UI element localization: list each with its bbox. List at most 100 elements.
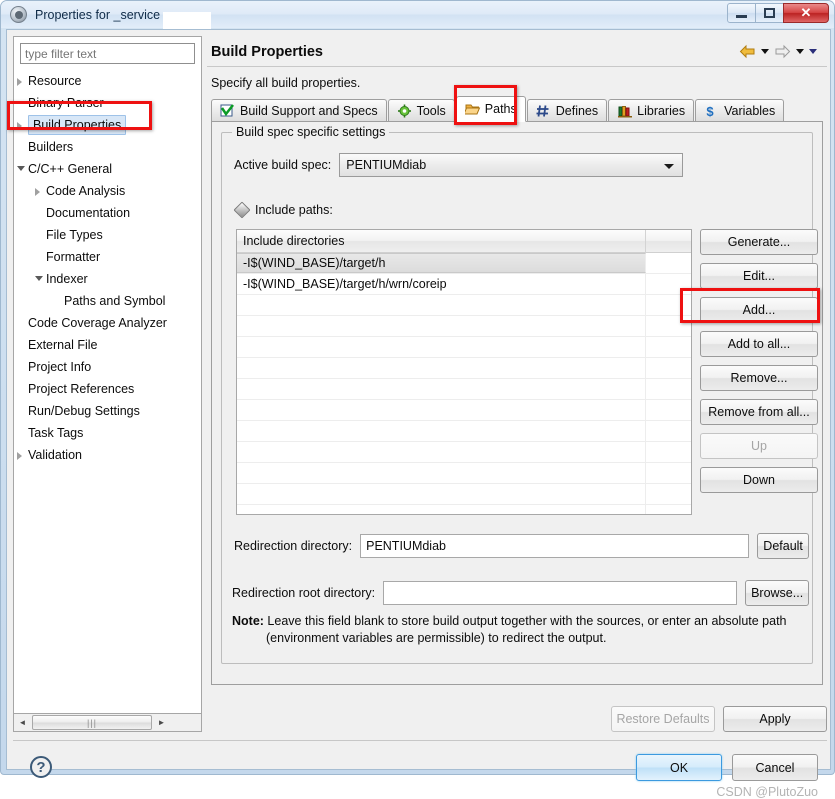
- gear-green-icon: [397, 104, 412, 118]
- sidebar-item-run-debug-settings[interactable]: Run/Debug Settings: [14, 400, 201, 422]
- down-button[interactable]: Down: [700, 467, 818, 493]
- forward-history-chevron-down-icon[interactable]: [796, 49, 804, 54]
- sidebar-item-label: Run/Debug Settings: [28, 404, 140, 418]
- maximize-button[interactable]: [755, 3, 784, 23]
- sidebar-item-indexer[interactable]: Indexer: [14, 268, 201, 290]
- tab-label: Variables: [724, 104, 776, 118]
- dollar-icon: $: [704, 104, 719, 119]
- default-button[interactable]: Default: [757, 533, 810, 559]
- redirection-root-row: Redirection root directory: Browse...: [232, 580, 810, 606]
- expand-twisty-icon[interactable]: [17, 452, 22, 460]
- sidebar-item-label: Project Info: [28, 360, 92, 374]
- sidebar-item-project-references[interactable]: Project References: [14, 378, 201, 400]
- remove-from-all-button[interactable]: Remove from all...: [700, 399, 818, 425]
- expand-twisty-icon[interactable]: [17, 122, 22, 130]
- chevron-down-icon: [664, 164, 675, 169]
- back-arrow-icon[interactable]: [739, 44, 756, 59]
- sidebar-item-builders[interactable]: Builders: [14, 136, 201, 158]
- expand-twisty-icon[interactable]: [35, 188, 40, 196]
- include-directory-path: -I$(WIND_BASE)/target/h/wrn/coreip: [237, 274, 646, 294]
- sidebar-item-label: Task Tags: [28, 426, 84, 440]
- tab-defines[interactable]: Defines: [526, 99, 608, 122]
- remove-button[interactable]: Remove...: [700, 365, 818, 391]
- sidebar-item-validation[interactable]: Validation: [14, 444, 201, 466]
- footer-divider: [13, 740, 827, 741]
- restore-defaults-button[interactable]: Restore Defaults: [611, 706, 715, 732]
- minimize-button[interactable]: [727, 3, 756, 23]
- view-menu-chevron-down-icon[interactable]: [809, 49, 817, 54]
- scrollbar-grip-icon: |||: [86, 717, 97, 728]
- back-history-chevron-down-icon[interactable]: [761, 49, 769, 54]
- ok-button[interactable]: OK: [636, 754, 722, 781]
- tab-variables[interactable]: $ Variables: [695, 99, 785, 122]
- table-header-row: Include directories: [237, 230, 691, 253]
- tab-label: Paths: [484, 102, 517, 116]
- sidebar-item-formatter[interactable]: Formatter: [14, 246, 201, 268]
- sidebar-item-binary-parser[interactable]: Binary Parser: [14, 92, 201, 114]
- up-button: Up: [700, 433, 818, 459]
- sidebar-item-label: Code Coverage Analyzer: [28, 316, 167, 330]
- table-row-empty: [237, 316, 691, 337]
- include-directories-table[interactable]: Include directories -I$(WIND_BASE)/targe…: [236, 229, 692, 515]
- open-folder-icon: [463, 102, 481, 116]
- sidebar-item-external-file[interactable]: External File: [14, 334, 201, 356]
- svg-text:$: $: [706, 104, 714, 118]
- filter-input[interactable]: [20, 43, 195, 64]
- scroll-left-arrow-icon[interactable]: ◄: [14, 715, 31, 731]
- table-row-empty: [237, 337, 691, 358]
- group-legend: Build spec specific settings: [232, 125, 390, 139]
- title-bar[interactable]: Properties for _service ✕: [1, 1, 834, 31]
- expand-twisty-icon[interactable]: [17, 78, 22, 86]
- redirection-directory-row: Redirection directory: Default: [234, 533, 810, 559]
- tab-build-support-and-specs[interactable]: Build Support and Specs: [211, 99, 387, 122]
- app-icon: [10, 6, 27, 23]
- tab-libraries[interactable]: Libraries: [608, 99, 695, 122]
- sidebar-item-resource[interactable]: Resource: [14, 70, 201, 92]
- sidebar-item-label: Project References: [28, 382, 135, 396]
- sidebar-item-file-types[interactable]: File Types: [14, 224, 201, 246]
- properties-dialog: Properties for _service ✕ Resource Binary…: [0, 0, 835, 799]
- column-header-blank[interactable]: [646, 230, 691, 253]
- add-to-all-button[interactable]: Add to all...: [700, 331, 818, 357]
- sidebar-item-documentation[interactable]: Documentation: [14, 202, 201, 224]
- sidebar-item-label: Indexer: [46, 272, 88, 286]
- close-button[interactable]: ✕: [783, 3, 829, 23]
- sidebar-item-paths-and-symbol[interactable]: Paths and Symbol: [14, 290, 201, 312]
- scrollbar-thumb[interactable]: |||: [32, 715, 152, 730]
- sidebar-item-label: Build Properties: [28, 115, 127, 135]
- browse-button[interactable]: Browse...: [745, 580, 810, 606]
- collapse-twisty-icon[interactable]: [17, 166, 25, 171]
- checked-document-icon: [220, 104, 235, 118]
- table-row[interactable]: -I$(WIND_BASE)/target/h/wrn/coreip: [237, 274, 691, 295]
- add-button[interactable]: Add...: [700, 297, 818, 323]
- generate-button[interactable]: Generate...: [700, 229, 818, 255]
- redirection-directory-input[interactable]: [360, 534, 750, 558]
- scroll-right-arrow-icon[interactable]: ►: [153, 715, 170, 731]
- sidebar-item-task-tags[interactable]: Task Tags: [14, 422, 201, 444]
- sidebar-item-c-c-general[interactable]: C/C++ General: [14, 158, 201, 180]
- sidebar-item-label: C/C++ General: [28, 162, 113, 176]
- table-row[interactable]: -I$(WIND_BASE)/target/h: [237, 253, 691, 274]
- edit-button[interactable]: Edit...: [700, 263, 818, 289]
- sidebar-item-build-properties[interactable]: Build Properties: [14, 114, 201, 136]
- forward-arrow-icon[interactable]: [774, 44, 791, 59]
- active-build-spec-dropdown[interactable]: PENTIUMdiab: [339, 153, 684, 177]
- navigation-arrows: [739, 44, 817, 59]
- tab-label: Tools: [416, 104, 446, 118]
- tree-horizontal-scrollbar[interactable]: ◄ ||| ►: [13, 714, 202, 732]
- tab-paths[interactable]: Paths: [455, 96, 526, 122]
- table-row-empty: [237, 400, 691, 421]
- sidebar-item-label: Paths and Symbol: [64, 294, 166, 308]
- apply-button[interactable]: Apply: [723, 706, 827, 732]
- redirection-root-input[interactable]: [383, 581, 738, 605]
- redacted-project-name: [163, 11, 211, 31]
- sidebar-item-code-coverage-analyzer[interactable]: Code Coverage Analyzer: [14, 312, 201, 334]
- tab-tools[interactable]: Tools: [387, 99, 455, 122]
- collapse-twisty-icon[interactable]: [35, 276, 43, 281]
- cancel-button[interactable]: Cancel: [732, 754, 818, 781]
- column-header-include-directories[interactable]: Include directories: [237, 230, 646, 253]
- sidebar-item-code-analysis[interactable]: Code Analysis: [14, 180, 201, 202]
- sidebar-item-project-info[interactable]: Project Info: [14, 356, 201, 378]
- sidebar-item-label: Validation: [28, 448, 82, 462]
- note-line-1: Leave this field blank to store build ou…: [263, 614, 787, 628]
